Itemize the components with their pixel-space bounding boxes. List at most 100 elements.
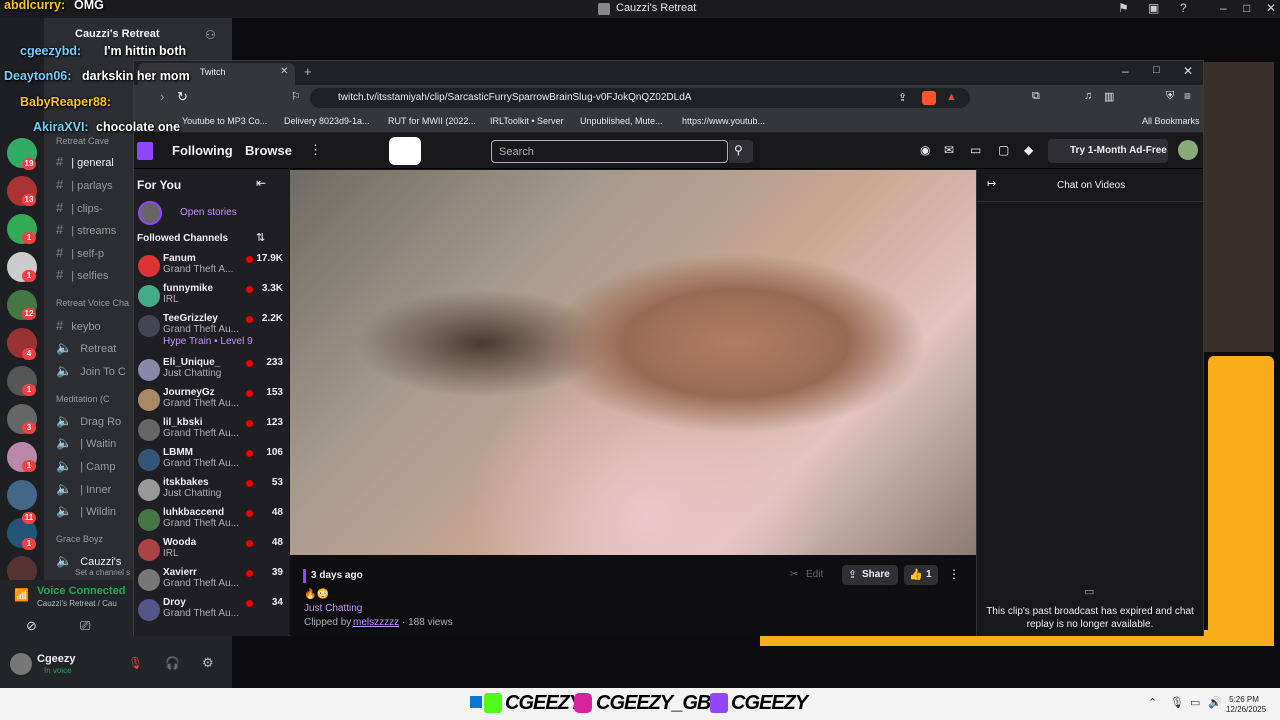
server-name[interactable]: Cauzzi's Retreat — [75, 28, 160, 40]
followed-channel[interactable]: JourneyGz Grand Theft Au... 153 — [138, 387, 283, 417]
twitch-logo-icon[interactable] — [137, 142, 153, 160]
voice-channel[interactable]: Join To C — [80, 366, 126, 378]
mic-muted-icon[interactable]: 🎙 — [128, 656, 143, 670]
followed-channel[interactable]: LBMM Grand Theft Au... 106 — [138, 447, 283, 477]
followed-channel[interactable]: Droy Grand Theft Au... 34 — [138, 597, 283, 627]
help-icon[interactable]: ? — [1180, 1, 1187, 15]
more-icon[interactable]: ⋮ — [309, 142, 322, 158]
avatar[interactable] — [1178, 140, 1198, 160]
followed-channel[interactable]: Eli_Unique_ Just Chatting 233 — [138, 357, 283, 387]
channel-item[interactable]: | selfies — [71, 270, 108, 282]
prime-logo-icon[interactable] — [389, 137, 421, 165]
avatar[interactable] — [10, 653, 32, 675]
windows-start-icon[interactable] — [470, 696, 482, 708]
channel-item[interactable]: | general — [71, 157, 114, 169]
edit-button[interactable]: ✂ Edit — [786, 565, 832, 585]
network-icon[interactable]: ▭ — [1190, 696, 1200, 709]
camera-off-icon[interactable]: ⊘ — [26, 618, 37, 634]
browser-minimize-icon[interactable]: – — [1122, 64, 1129, 78]
bookmark-item[interactable]: Delivery 8023d9-1a... — [284, 116, 370, 126]
video-player[interactable] — [290, 170, 976, 555]
followed-channel[interactable]: luhkbaccend Grand Theft Au... 48 — [138, 507, 283, 537]
drops-icon[interactable]: ◉ — [920, 143, 930, 157]
search-button[interactable]: ⚲ — [729, 140, 753, 163]
notifications-icon[interactable]: ▭ — [970, 143, 981, 157]
voice-channel[interactable]: keybo — [71, 321, 100, 333]
nav-following[interactable]: Following — [172, 143, 233, 158]
ad-free-button[interactable]: Try 1-Month Ad-Free — [1048, 139, 1168, 163]
new-tab-icon[interactable]: + — [304, 64, 312, 79]
voice-channel[interactable]: | Inner — [80, 484, 111, 496]
search-input[interactable]: Search — [491, 140, 728, 163]
followed-channel[interactable]: Xavierr Grand Theft Au... 39 — [138, 567, 283, 597]
channel-item[interactable]: | streams — [71, 225, 116, 237]
brave-shield-icon[interactable] — [922, 91, 936, 105]
inbox-icon[interactable]: ▣ — [1148, 1, 1159, 15]
inbox-icon[interactable]: ✉ — [944, 143, 954, 157]
voice-channel[interactable]: Drag Ro — [80, 416, 121, 428]
clock-time[interactable]: 5:26 PM — [1226, 695, 1262, 704]
sidebar-icon[interactable]: ▥ — [1104, 90, 1114, 103]
media-icon[interactable]: ♫ — [1084, 90, 1092, 102]
active-voice-channel[interactable]: Cauzzi's — [80, 556, 121, 568]
collapse-chat-icon[interactable]: ↦ — [987, 177, 996, 190]
browser-close-icon[interactable]: ✕ — [1183, 64, 1193, 78]
followed-channel[interactable]: Fanum Grand Theft A... 17.9K — [138, 253, 283, 283]
voice-channel[interactable]: | Camp — [80, 461, 115, 473]
clock-date[interactable]: 12/26/2025 — [1226, 705, 1266, 714]
bits-icon[interactable]: ◆ — [1024, 143, 1033, 157]
bookmark-item[interactable]: https://www.youtub... — [682, 116, 765, 126]
screen-share-icon[interactable]: ⎚ — [80, 618, 90, 634]
reload-icon[interactable]: ↻ — [177, 89, 188, 105]
share-button[interactable]: ⇪ Share — [842, 565, 898, 585]
maximize-icon[interactable]: □ — [1243, 1, 1250, 15]
bookmark-item[interactable]: Youtube to MP3 Co... — [182, 116, 267, 126]
followed-channel[interactable]: funnymike IRL 3.3K — [138, 283, 283, 313]
channel-item[interactable]: | clips- — [71, 203, 103, 215]
vpn-icon[interactable]: ⛨ — [1166, 90, 1174, 103]
extensions-icon[interactable]: ⧉ — [1032, 90, 1040, 103]
whispers-icon[interactable]: ▢ — [998, 143, 1009, 157]
bookmark-item[interactable]: RUT for MWII (2022... — [388, 116, 476, 126]
channel-item[interactable]: | self-p — [71, 248, 104, 260]
close-icon[interactable]: ✕ — [1266, 1, 1276, 15]
sort-icon[interactable]: ⇅ — [256, 231, 265, 244]
minimize-icon[interactable]: – — [1220, 1, 1227, 15]
more-options-icon[interactable]: ⋮ — [948, 567, 960, 581]
open-stories-link[interactable]: Open stories — [180, 207, 237, 218]
bookmark-item[interactable]: Unpublished, Mute... — [580, 116, 663, 126]
tray-chevron-icon[interactable]: ⌃ — [1148, 696, 1157, 709]
server-icon[interactable] — [7, 480, 37, 510]
flag-icon[interactable]: ⚑ — [1118, 1, 1129, 15]
voice-connected-label[interactable]: Voice Connected — [37, 585, 125, 597]
collapse-sidebar-icon[interactable]: ⇤ — [256, 176, 266, 190]
voice-channel[interactable]: | Wildin — [80, 506, 116, 518]
bookmark-icon[interactable]: ⚐ — [291, 90, 301, 103]
forward-icon[interactable]: › — [160, 89, 164, 104]
bookmark-item[interactable]: IRLToolkit • Server — [490, 116, 564, 126]
voice-channel[interactable]: Retreat — [80, 343, 116, 355]
settings-gear-icon[interactable]: ⚙ — [202, 655, 214, 671]
followed-channel[interactable]: Wooda IRL 48 — [138, 537, 283, 567]
stories-avatar[interactable] — [138, 201, 162, 225]
rewards-icon[interactable]: ▲ — [946, 91, 957, 103]
channel-item[interactable]: | parlays — [71, 180, 112, 192]
deafen-icon[interactable]: 🎧 — [165, 656, 180, 670]
mic-icon[interactable]: 🎙 — [1170, 696, 1184, 709]
address-bar[interactable]: twitch.tv/itsstamiyah/clip/SarcasticFurr… — [310, 88, 970, 108]
add-member-icon[interactable]: ⚇ — [205, 28, 216, 42]
like-button[interactable]: 👍 1 — [904, 565, 938, 585]
clipper-link[interactable]: melszzzzz — [353, 617, 399, 628]
share-page-icon[interactable]: ⇪ — [898, 91, 907, 104]
followed-channel[interactable]: lil_kbski Grand Theft Au... 123 — [138, 417, 283, 447]
nav-browse[interactable]: Browse — [245, 143, 292, 158]
tab-close-icon[interactable]: ✕ — [280, 66, 288, 77]
browser-maximize-icon[interactable]: □ — [1153, 64, 1160, 76]
menu-icon[interactable]: ≡ — [1184, 89, 1191, 103]
all-bookmarks[interactable]: All Bookmarks — [1142, 116, 1200, 126]
voice-channel[interactable]: | Waitin — [80, 438, 116, 450]
volume-icon[interactable]: 🔊 — [1208, 696, 1222, 709]
followed-channel[interactable]: TeeGrizzley Grand Theft Au... 2.2K Hype Tra… — [138, 313, 283, 347]
followed-channel[interactable]: itskbakes Just Chatting 53 — [138, 477, 283, 507]
category-link[interactable]: Just Chatting — [304, 603, 362, 614]
